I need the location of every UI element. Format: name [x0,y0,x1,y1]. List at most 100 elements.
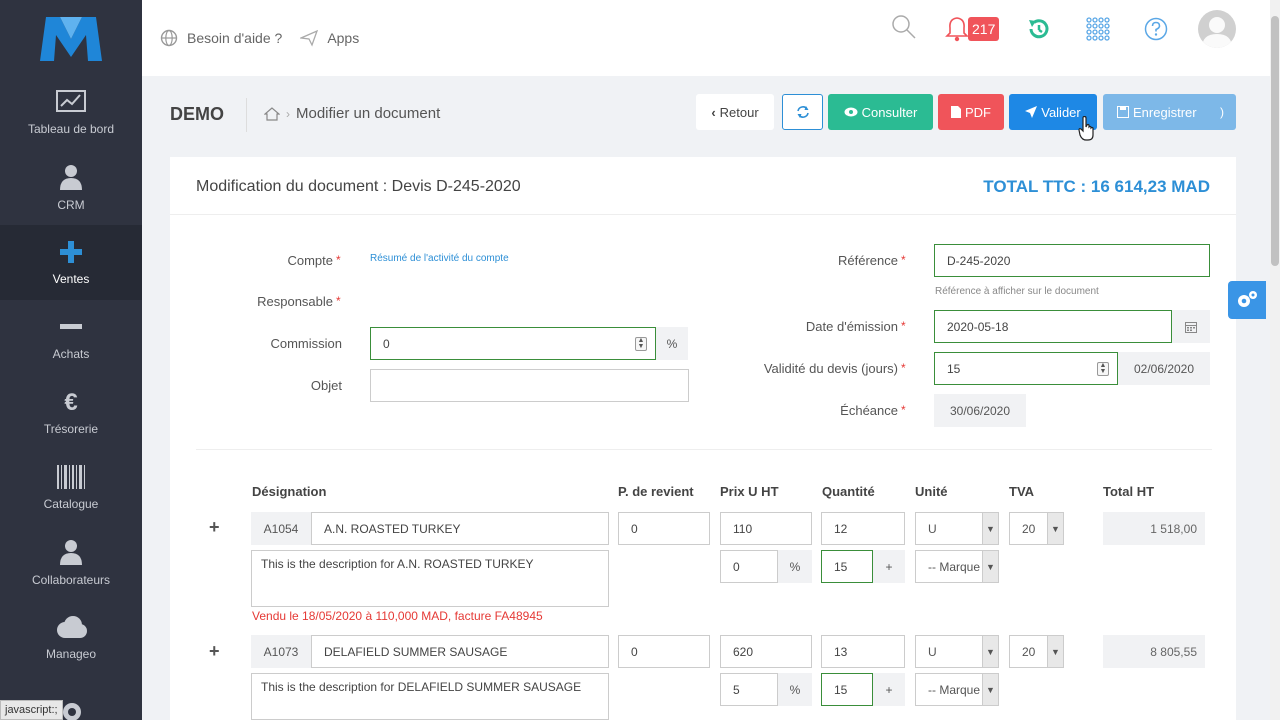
commission-input[interactable]: 0 ▲ ▼ [370,327,656,360]
retour-label: Retour [719,104,759,120]
product-name-value: A.N. ROASTED TURKEY [324,521,461,536]
chevron-left-icon: ‹ [711,104,716,120]
tva-select[interactable]: 20 ▼ [1009,512,1064,545]
app-logo[interactable] [0,0,142,75]
notification-count-badge[interactable]: 217 [968,17,1000,41]
sidebar-item-catalogue[interactable]: Catalogue [0,450,142,525]
marque-select[interactable]: -- Marque ▼ [915,673,999,706]
echeance-label: Échéance [840,403,898,418]
apps-grid-icon[interactable] [1086,17,1110,41]
discount-input[interactable]: 0 [720,550,778,583]
quantity-value: 12 [834,521,848,536]
user-avatar[interactable] [1198,10,1236,48]
refresh-button[interactable] [782,94,823,130]
help-circle-icon[interactable] [1144,17,1168,41]
section-divider [196,449,1212,450]
sidebar-item-manageo[interactable]: Manageo [0,600,142,675]
column-header-quantity: Quantité [822,484,875,499]
tva-select[interactable]: 20 ▼ [1009,635,1064,668]
objet-input[interactable] [370,369,689,402]
sidebar-item-label: Manageo [45,646,97,661]
unit-select[interactable]: U ▼ [915,635,999,668]
cost-input[interactable]: 0 [618,512,710,545]
product-name-input[interactable]: DELAFIELD SUMMER SAUSAGE [311,635,609,668]
unit-value: U [928,521,937,536]
required-marker: * [901,403,906,417]
home-icon[interactable] [264,106,280,121]
description-textarea[interactable]: This is the description for DELAFIELD SU… [251,673,609,720]
margin-value: 15 [834,559,848,574]
search-icon[interactable] [891,14,917,40]
marque-select[interactable]: -- Marque ▼ [915,550,999,583]
sidebar-item-tableau-de-bord[interactable]: Tableau de bord [0,75,142,150]
help-link[interactable]: Besoin d'aide ? [160,29,282,47]
sidebar-item-tresorerie[interactable]: € Trésorerie [0,375,142,450]
margin-input[interactable]: 15 [821,673,873,706]
description-textarea[interactable]: This is the description for A.N. ROASTED… [251,550,609,607]
price-value: 110 [733,521,753,536]
unit-value: U [928,644,937,659]
calendar-button[interactable] [1172,310,1210,343]
responsable-label: Responsable [257,294,333,309]
price-input[interactable]: 620 [720,635,812,668]
reference-help-text: Référence à afficher sur le document [935,286,1099,297]
plus-icon [60,240,82,263]
expand-row-icon[interactable]: + [209,517,220,538]
valider-label: Valider [1041,104,1081,120]
cloud-icon [57,615,87,638]
user-icon [60,164,82,190]
quantity-input[interactable]: 13 [821,635,905,668]
cost-input[interactable]: 0 [618,635,710,668]
required-marker: * [336,294,341,308]
sidebar-item-achats[interactable]: Achats [0,300,142,375]
barcode-icon [57,464,85,489]
expand-row-icon[interactable]: + [209,641,220,662]
settings-panel-toggle[interactable] [1228,281,1266,319]
company-name: DEMO [170,104,224,124]
unit-select[interactable]: U ▼ [915,512,999,545]
column-header-designation: Désignation [252,484,327,499]
history-icon[interactable] [1027,17,1051,41]
scrollbar-thumb[interactable] [1271,16,1279,266]
apps-link[interactable]: Apps [300,29,359,47]
sidebar-item-crm[interactable]: CRM [0,150,142,225]
sidebar-item-label: Tableau de bord [27,121,115,136]
column-header-unit: Unité [915,484,948,499]
enregistrer-button[interactable]: Enregistrer ) [1103,94,1236,130]
pdf-button[interactable]: PDF [938,94,1004,130]
calendar-icon [1185,321,1197,333]
column-header-total: Total HT [1103,484,1155,499]
stepper-icon[interactable]: ▲ ▼ [1097,362,1109,376]
validite-value: 15 [947,361,961,376]
margin-input[interactable]: 15 [821,550,873,583]
quantity-input[interactable]: 12 [821,512,905,545]
product-code: A1054 [251,512,311,545]
validite-end-date: 02/06/2020 [1118,352,1210,385]
margin-plus-addon: + [873,673,905,706]
breadcrumb-current: Modifier un document [296,105,441,122]
product-name-input[interactable]: A.N. ROASTED TURKEY [311,512,609,545]
validite-input[interactable]: 15 ▲ ▼ [934,352,1118,385]
compte-activity-link[interactable]: Résumé de l'activité du compte [370,253,509,264]
logo-icon [40,16,102,61]
date-emission-input[interactable]: 2020-05-18 [934,310,1172,343]
marque-value: -- Marque [928,682,981,697]
consulter-button[interactable]: Consulter [828,94,933,130]
price-input[interactable]: 110 [720,512,812,545]
tva-value: 20 [1022,644,1036,659]
reference-label: Référence [838,253,898,268]
sidebar-item-collaborateurs[interactable]: Collaborateurs [0,525,142,600]
reference-input[interactable]: D-245-2020 [934,244,1210,277]
margin-plus-addon: + [873,550,905,583]
bell-icon[interactable] [945,16,969,42]
price-value: 620 [733,644,754,659]
discount-input[interactable]: 5 [720,673,778,706]
apps-label: Apps [327,30,360,46]
retour-button[interactable]: ‹ Retour [696,94,774,130]
sidebar-item-ventes[interactable]: Ventes [0,225,142,300]
settings-gear-icon[interactable] [60,700,84,720]
euro-icon: € [64,388,78,416]
margin-value: 15 [834,682,848,697]
stepper-icon[interactable]: ▲ ▼ [635,337,647,351]
required-marker: * [901,361,906,375]
